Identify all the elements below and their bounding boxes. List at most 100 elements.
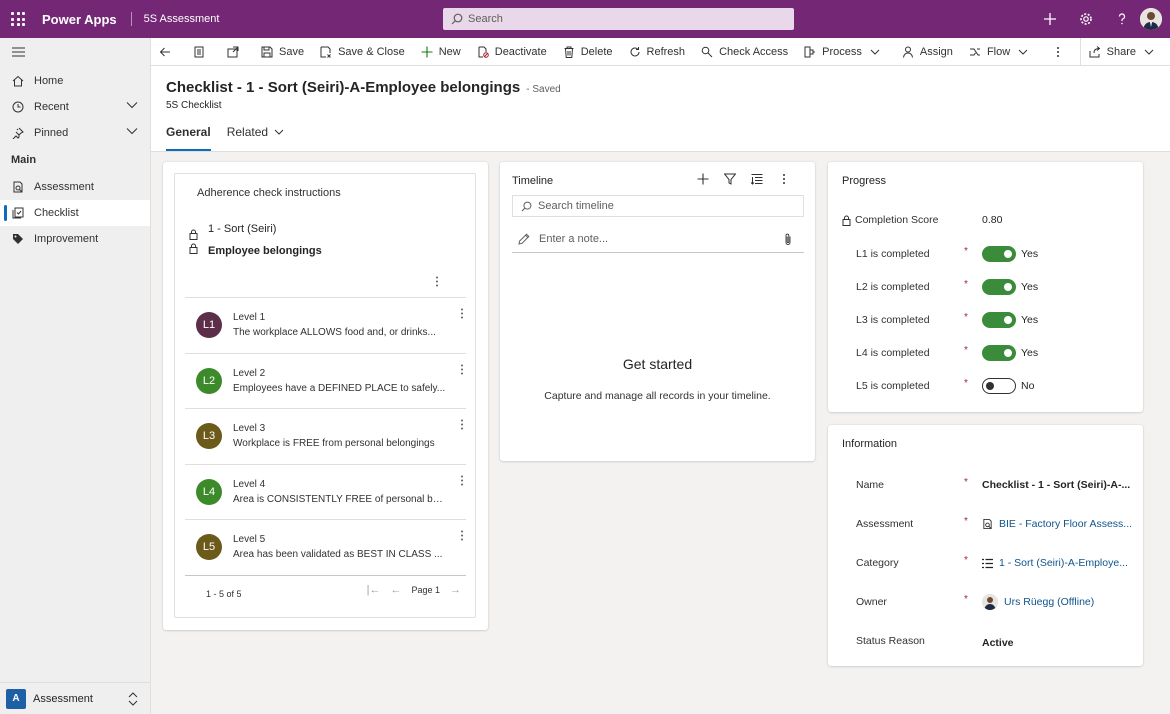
required-indicator: *	[964, 378, 968, 389]
owner-link[interactable]: Urs Rüegg (Offline)	[1004, 596, 1094, 608]
chevron-down-icon[interactable]	[126, 127, 138, 135]
hamburger-menu-button[interactable]	[0, 38, 150, 66]
timeline-card: Timeline Search timeline Enter a note...…	[500, 162, 815, 461]
l2-toggle[interactable]	[982, 279, 1016, 295]
help-icon[interactable]	[1104, 0, 1140, 38]
first-page-icon[interactable]: |←	[367, 584, 381, 596]
sidebar-section-title: Main	[11, 154, 37, 166]
tag-icon	[11, 232, 25, 246]
next-page-icon[interactable]: →	[450, 584, 461, 596]
open-new-window-button[interactable]	[219, 38, 253, 66]
more-options-icon[interactable]	[460, 475, 464, 489]
l3-toggle[interactable]	[982, 312, 1016, 328]
settings-gear-icon[interactable]	[1068, 0, 1104, 38]
list-item[interactable]: L5 Level 5 Area has been validated as BE…	[185, 519, 466, 575]
area-badge: A	[6, 688, 26, 709]
category-link[interactable]: 1 - Sort (Seiri)-A-Employe...	[999, 557, 1128, 569]
l5-toggle[interactable]	[982, 378, 1016, 394]
more-options-icon[interactable]	[460, 364, 464, 378]
new-label: New	[438, 45, 461, 58]
list-item[interactable]: L2 Level 2 Employees have a DEFINED PLAC…	[185, 352, 466, 409]
expand-collapse-icon	[128, 692, 138, 706]
environment-name[interactable]: 5S Assessment	[144, 13, 220, 25]
tab-related[interactable]: Related	[227, 125, 284, 151]
home-icon	[11, 74, 25, 88]
more-commands-icon[interactable]	[1042, 38, 1080, 66]
delete-label: Delete	[580, 45, 613, 58]
tab-general[interactable]: General	[166, 125, 211, 151]
process-button[interactable]: Process	[796, 38, 894, 66]
assessment-link[interactable]: BIE - Factory Floor Assess...	[999, 518, 1132, 530]
l3-completed-field: L3 is completed * Yes	[842, 310, 1142, 330]
owner-field: Owner * Urs Rüegg (Offline)	[842, 592, 1142, 612]
pin-icon	[11, 126, 25, 140]
add-icon[interactable]	[1032, 0, 1068, 38]
sidebar-item-home[interactable]: Home	[0, 68, 150, 94]
share-button[interactable]: Share	[1079, 38, 1170, 66]
chevron-down-icon[interactable]	[126, 101, 138, 109]
save-close-button[interactable]: Save & Close	[312, 38, 413, 66]
app-launcher-icon[interactable]	[0, 0, 36, 38]
filter-icon[interactable]	[716, 173, 743, 185]
key-search-icon	[701, 46, 713, 57]
level-description: Workplace is FREE from personal belongin…	[233, 438, 435, 449]
required-indicator: *	[964, 516, 968, 527]
deactivate-icon	[478, 46, 489, 58]
status-reason-value[interactable]: Active	[982, 633, 1014, 653]
timeline-search-input[interactable]: Search timeline	[512, 195, 804, 217]
more-options-icon[interactable]	[460, 419, 464, 433]
list-item[interactable]: L4 Level 4 Area is CONSISTENTLY FREE of …	[185, 463, 466, 520]
more-options-icon[interactable]	[435, 276, 439, 290]
global-search-input[interactable]: Search	[443, 8, 794, 30]
list-item[interactable]: L3 Level 3 Workplace is FREE from person…	[185, 408, 466, 464]
owner-avatar	[982, 594, 998, 610]
sidebar-item-assessment[interactable]: Assessment	[0, 174, 150, 200]
more-options-icon[interactable]	[460, 308, 464, 322]
user-avatar[interactable]	[1140, 8, 1162, 30]
field-label: L1 is completed	[856, 248, 930, 260]
note-input[interactable]: Enter a note...	[512, 226, 804, 253]
l1-completed-field: L1 is completed * Yes	[842, 244, 1142, 264]
assign-button[interactable]: Assign	[894, 38, 961, 66]
back-button[interactable]	[151, 38, 185, 66]
sidebar-item-recent[interactable]: Recent	[0, 94, 150, 120]
form-view-button[interactable]	[185, 38, 219, 66]
flow-button[interactable]: Flow	[961, 38, 1042, 66]
delete-button[interactable]: Delete	[555, 38, 621, 66]
sidebar-item-improvement[interactable]: Improvement	[0, 226, 150, 252]
more-options-icon[interactable]	[770, 173, 797, 185]
area-switcher[interactable]: A Assessment	[0, 682, 150, 714]
trash-icon	[564, 46, 574, 58]
new-button[interactable]: New	[413, 38, 469, 66]
sidebar-item-checklist[interactable]: Checklist	[0, 200, 150, 226]
timeline-title: Timeline	[512, 175, 554, 187]
app-name[interactable]: Power Apps	[42, 12, 117, 27]
level-name: Level 1	[233, 312, 266, 323]
refresh-button[interactable]: Refresh	[621, 38, 694, 66]
assessment-field: Assessment * BIE - Factory Floor Assess.…	[842, 514, 1142, 534]
sort-list-icon[interactable]	[743, 173, 770, 185]
l1-toggle[interactable]	[982, 246, 1016, 262]
previous-page-icon[interactable]: ←	[390, 584, 401, 596]
form-tabs: General Related	[166, 125, 300, 151]
field-label: Status Reason	[856, 635, 925, 647]
plus-icon	[421, 46, 433, 57]
checklist-icon	[11, 206, 25, 220]
save-button[interactable]: Save	[253, 38, 312, 66]
lock-icon	[842, 215, 851, 226]
check-access-button[interactable]: Check Access	[693, 38, 796, 66]
add-activity-icon[interactable]	[689, 173, 716, 185]
search-placeholder: Search	[468, 13, 503, 25]
required-indicator: *	[964, 279, 968, 290]
divider	[130, 12, 132, 26]
more-options-icon[interactable]	[460, 530, 464, 544]
chevron-down-icon	[1144, 49, 1154, 55]
sidebar-item-pinned[interactable]: Pinned	[0, 120, 150, 146]
deactivate-button[interactable]: Deactivate	[469, 38, 555, 66]
name-input[interactable]: Checklist - 1 - Sort (Seiri)-A-...	[982, 475, 1130, 495]
attachment-icon[interactable]	[784, 233, 792, 246]
list-item[interactable]: L1 Level 1 The workplace ALLOWS food and…	[185, 297, 466, 353]
l4-toggle[interactable]	[982, 345, 1016, 361]
sidebar-item-label: Recent	[34, 101, 69, 113]
information-title: Information	[842, 438, 898, 450]
